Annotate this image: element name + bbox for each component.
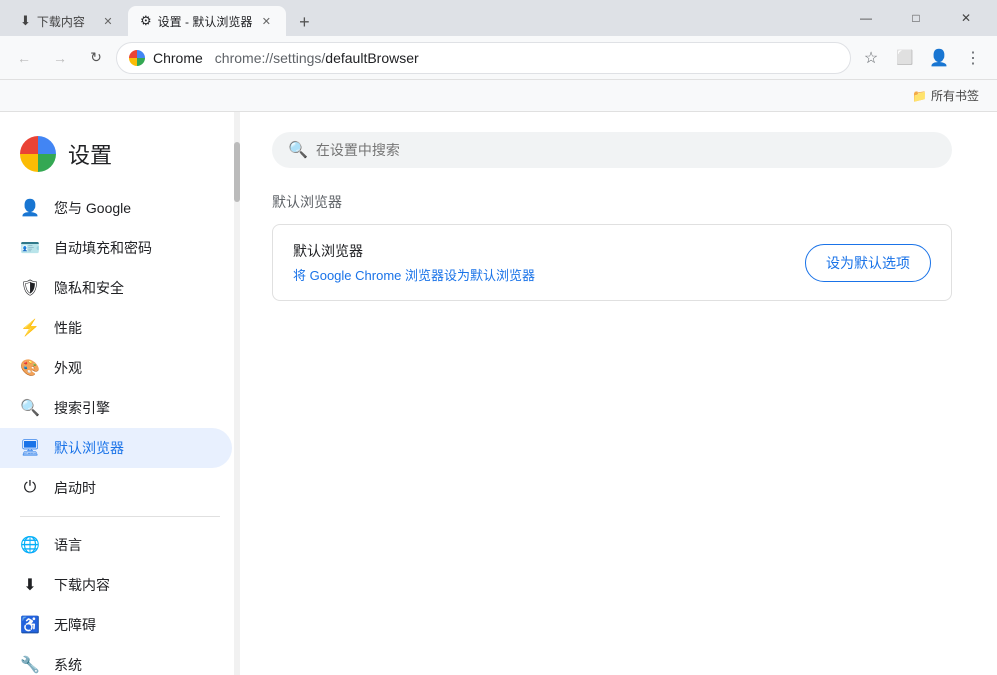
sidebar-item-search-label: 搜索引擎 [54, 398, 110, 418]
search-input[interactable] [316, 142, 936, 158]
sidebar-item-privacy-label: 隐私和安全 [54, 278, 124, 298]
profile-button[interactable]: 👤 [923, 42, 955, 74]
power-icon: ⏻ [20, 478, 40, 498]
default-browser-card: 默认浏览器 将 Google Chrome 浏览器设为默认浏览器 设为默认选项 [272, 224, 952, 301]
sidebar-item-accessibility-label: 无障碍 [54, 615, 96, 635]
palette-icon: 🎨 [20, 358, 40, 378]
accessibility-icon: ♿ [20, 615, 40, 635]
sidebar-item-startup-label: 启动时 [54, 478, 96, 498]
card-text: 默认浏览器 将 Google Chrome 浏览器设为默认浏览器 [293, 241, 535, 284]
sidebar-item-google-label: 您与 Google [54, 198, 131, 218]
badge-icon: 🪪 [20, 238, 40, 258]
browser-icon: 🖥 [20, 438, 40, 458]
settings-tab-icon: ⚙ [140, 13, 152, 29]
set-default-button[interactable]: 设为默认选项 [805, 244, 931, 282]
content-area: 🔍 默认浏览器 默认浏览器 将 Google Chrome 浏览器设为默认浏览器… [240, 112, 997, 675]
window-controls: — □ ✕ [843, 2, 989, 34]
card-title: 默认浏览器 [293, 241, 535, 261]
sidebar-scrollbar[interactable] [234, 112, 240, 675]
sidebar-item-startup[interactable]: ⏻ 启动时 [0, 468, 232, 508]
sidebar: 设置 👤 您与 Google 🪪 自动填充和密码 🛡 隐私和安全 ⚡ 性能 🎨 … [0, 112, 240, 675]
sidebar-item-appearance-label: 外观 [54, 358, 82, 378]
shield-icon: 🛡 [20, 278, 40, 298]
search-icon: 🔍 [288, 140, 308, 160]
forward-button[interactable]: → [44, 42, 76, 74]
section-title: 默认浏览器 [272, 192, 965, 212]
sidebar-item-search[interactable]: 🔍 搜索引擎 [0, 388, 232, 428]
tab-settings[interactable]: ⚙ 设置 - 默认浏览器 ✕ [128, 6, 286, 36]
search-bar[interactable]: 🔍 [272, 132, 952, 168]
toolbar-right: ☆ ⬜ 👤 ⋮ [855, 42, 989, 74]
scrollbar-thumb [234, 142, 240, 202]
download-icon: ⬇ [20, 575, 40, 595]
sidebar-item-accessibility[interactable]: ♿ 无障碍 [0, 605, 232, 645]
tab-downloads[interactable]: ⬇ 下载内容 ✕ [8, 6, 128, 36]
sidebar-item-default-browser[interactable]: 🖥 默认浏览器 [0, 428, 232, 468]
address-bar[interactable]: Chrome chrome://settings/defaultBrowser [116, 42, 851, 74]
main-content: 设置 👤 您与 Google 🪪 自动填充和密码 🛡 隐私和安全 ⚡ 性能 🎨 … [0, 112, 997, 675]
search-icon: 🔍 [20, 398, 40, 418]
globe-icon: 🌐 [20, 535, 40, 555]
sidebar-item-default-browser-label: 默认浏览器 [54, 438, 124, 458]
close-button[interactable]: ✕ [943, 2, 989, 34]
sidebar-item-system[interactable]: 🔧 系统 [0, 645, 232, 675]
menu-button[interactable]: ⋮ [957, 42, 989, 74]
sidebar-item-autofill[interactable]: 🪪 自动填充和密码 [0, 228, 232, 268]
person-icon: 👤 [20, 198, 40, 218]
tab-downloads-label: 下载内容 [37, 13, 85, 30]
address-text: chrome://settings/defaultBrowser [215, 50, 419, 66]
tab-bar: ⬇ 下载内容 ✕ ⚙ 设置 - 默认浏览器 ✕ + [8, 0, 839, 36]
card-subtitle: 将 Google Chrome 浏览器设为默认浏览器 [293, 265, 535, 284]
new-tab-button[interactable]: + [290, 8, 318, 36]
sidebar-item-system-label: 系统 [54, 655, 82, 675]
sidebar-item-autofill-label: 自动填充和密码 [54, 238, 152, 258]
sidebar-item-appearance[interactable]: 🎨 外观 [0, 348, 232, 388]
site-icon [129, 50, 145, 66]
sidebar-header: 设置 [0, 128, 240, 188]
chrome-logo [20, 136, 56, 172]
minimize-button[interactable]: — [843, 2, 889, 34]
sidebar-item-google[interactable]: 👤 您与 Google [0, 188, 232, 228]
bookmarks-bar: 📁 所有书签 [0, 80, 997, 112]
download-icon: ⬇ [20, 13, 31, 29]
chrome-label: Chrome [153, 50, 203, 66]
maximize-button[interactable]: □ [893, 2, 939, 34]
system-icon: 🔧 [20, 655, 40, 675]
sidebar-item-languages[interactable]: 🌐 语言 [0, 525, 232, 565]
sidebar-item-performance-label: 性能 [54, 318, 82, 338]
back-button[interactable]: ← [8, 42, 40, 74]
sidebar-item-downloads-label: 下载内容 [54, 575, 110, 595]
tab-settings-label: 设置 - 默认浏览器 [158, 13, 253, 30]
sidebar-item-languages-label: 语言 [54, 535, 82, 555]
sidebar-item-downloads[interactable]: ⬇ 下载内容 [0, 565, 232, 605]
all-bookmarks-label: 所有书签 [931, 87, 979, 104]
speed-icon: ⚡ [20, 318, 40, 338]
refresh-button[interactable]: ↻ [80, 42, 112, 74]
extensions-button[interactable]: ⬜ [889, 42, 921, 74]
sidebar-divider [20, 516, 220, 517]
tab-settings-close[interactable]: ✕ [258, 13, 274, 29]
folder-icon: 📁 [912, 89, 927, 103]
sidebar-title: 设置 [68, 138, 112, 170]
titlebar: ⬇ 下载内容 ✕ ⚙ 设置 - 默认浏览器 ✕ + — □ ✕ [0, 0, 997, 36]
toolbar: ← → ↻ Chrome chrome://settings/defaultBr… [0, 36, 997, 80]
tab-downloads-close[interactable]: ✕ [100, 13, 116, 29]
sidebar-item-privacy[interactable]: 🛡 隐私和安全 [0, 268, 232, 308]
sidebar-item-performance[interactable]: ⚡ 性能 [0, 308, 232, 348]
all-bookmarks-item[interactable]: 📁 所有书签 [906, 85, 985, 106]
bookmark-button[interactable]: ☆ [855, 42, 887, 74]
